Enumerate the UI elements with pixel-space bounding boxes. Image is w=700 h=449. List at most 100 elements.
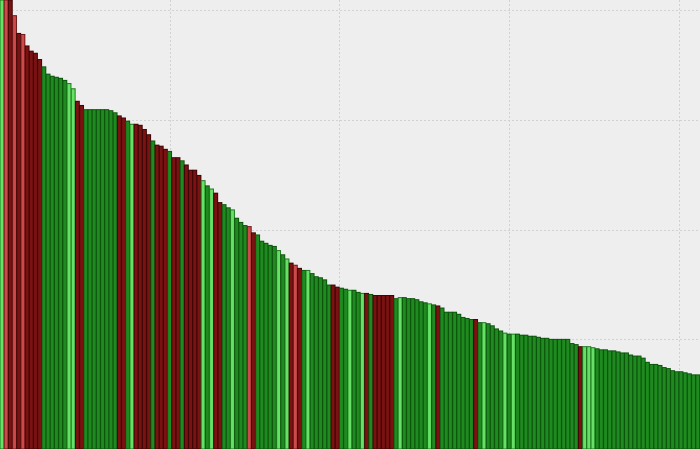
- bar: [49, 75, 55, 449]
- bar: [695, 374, 700, 449]
- bar: [636, 355, 642, 449]
- bar: [515, 333, 520, 449]
- bar: [603, 349, 608, 449]
- bar: [251, 232, 256, 449]
- bar: [179, 160, 185, 449]
- bar: [657, 364, 663, 449]
- bar: [79, 104, 85, 449]
- bar: [246, 226, 252, 449]
- bar: [594, 348, 600, 449]
- bar: [209, 188, 214, 449]
- bar: [108, 110, 114, 449]
- bar: [347, 289, 353, 449]
- bar: [292, 264, 298, 449]
- bar: [91, 109, 97, 449]
- bar: [263, 242, 269, 449]
- bar: [7, 0, 13, 449]
- bar: [322, 279, 328, 449]
- bar: [569, 343, 575, 449]
- bar: [678, 371, 684, 449]
- bar: [439, 307, 445, 449]
- bar: [506, 333, 512, 449]
- bar: [531, 335, 537, 449]
- bar: [104, 109, 110, 449]
- bar: [28, 50, 34, 449]
- bar: [552, 338, 558, 449]
- bar: [70, 88, 76, 449]
- bar: [494, 328, 499, 449]
- bar: [230, 209, 235, 449]
- bar: [267, 244, 273, 449]
- bar: [204, 185, 210, 449]
- bar: [691, 374, 697, 449]
- bar: [665, 368, 671, 449]
- bar: [519, 334, 525, 449]
- bar: [628, 354, 634, 449]
- bar: [615, 351, 621, 449]
- bar: [577, 346, 583, 449]
- bar: [74, 100, 80, 449]
- bar: [372, 295, 378, 449]
- bar: [20, 33, 26, 449]
- bar: [414, 299, 420, 449]
- bar: [489, 325, 495, 449]
- bar: [653, 363, 659, 449]
- bar: [410, 298, 416, 449]
- bar: [334, 286, 340, 449]
- bar: [196, 174, 202, 449]
- bar: [565, 338, 571, 449]
- bar: [234, 217, 240, 449]
- bar: [670, 370, 676, 449]
- bar: [150, 140, 156, 449]
- bar: [401, 297, 407, 449]
- bar: [355, 291, 361, 449]
- bar: [45, 73, 51, 449]
- bar: [364, 292, 370, 449]
- bar: [137, 124, 143, 449]
- bar: [330, 284, 336, 449]
- bar: [443, 311, 449, 449]
- bar: [598, 349, 604, 449]
- bar: [83, 109, 89, 449]
- bar: [468, 319, 474, 449]
- bar: [66, 83, 72, 449]
- bar: [389, 295, 395, 449]
- bar: [544, 337, 550, 449]
- bar: [221, 204, 227, 449]
- bar: [284, 258, 290, 449]
- bar: [58, 77, 64, 449]
- bar: [305, 269, 311, 449]
- bar: [682, 372, 688, 449]
- bar: [343, 288, 349, 449]
- bar: [12, 15, 17, 449]
- bar: [146, 134, 152, 449]
- bar: [611, 350, 617, 449]
- bar: [556, 338, 562, 449]
- bar: [24, 45, 30, 449]
- bar: [502, 332, 508, 449]
- bar: [288, 262, 294, 449]
- bar: [464, 317, 470, 449]
- bar: [53, 76, 59, 449]
- bar: [624, 352, 629, 449]
- bar: [376, 295, 382, 449]
- bar: [175, 157, 181, 449]
- bar: [674, 371, 680, 449]
- bar: [301, 269, 307, 449]
- bar: [368, 293, 374, 449]
- bar: [183, 164, 189, 449]
- bar: [561, 338, 567, 449]
- bar: [406, 298, 411, 449]
- bar: [255, 234, 261, 449]
- bar: [16, 32, 22, 449]
- bar: [225, 207, 231, 449]
- bar: [41, 66, 47, 449]
- bar: [116, 115, 122, 449]
- bar: [359, 292, 365, 449]
- bar: [632, 355, 638, 449]
- bar: [100, 109, 105, 449]
- bar: [649, 363, 655, 449]
- bar: [645, 361, 650, 449]
- bar: [280, 254, 286, 449]
- bar: [276, 250, 282, 449]
